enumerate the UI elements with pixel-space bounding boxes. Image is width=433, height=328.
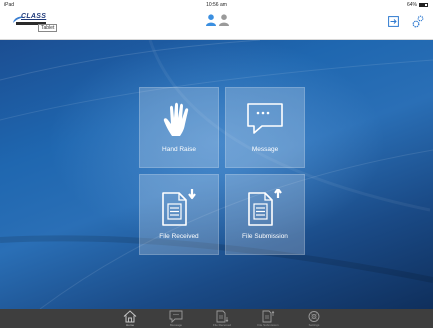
logo-subtext: Tablet	[38, 24, 58, 32]
file-received-label: File Received	[159, 233, 199, 240]
tab-settings[interactable]: Settings	[294, 309, 334, 328]
user-status-icons	[206, 14, 229, 26]
bottom-tab-bar: Home Message File Received File Submissi…	[0, 309, 433, 328]
tab-settings-label: Settings	[308, 323, 320, 327]
home-icon	[123, 310, 137, 323]
tab-message[interactable]: Message	[156, 309, 196, 328]
battery-status: 64%	[407, 2, 428, 8]
tab-message-label: Message	[169, 323, 183, 327]
tab-file-received[interactable]: File Received	[202, 309, 242, 328]
tab-file-received-label: File Received	[212, 323, 232, 327]
main-dashboard: Hand Raise Message File Received File Su…	[0, 40, 433, 309]
file-download-icon	[162, 189, 196, 226]
message-icon	[169, 310, 183, 323]
hand-icon	[163, 102, 189, 136]
settings-icon	[308, 311, 320, 322]
battery-percent: 64%	[406, 2, 417, 8]
app-logo: CLASS Tablet	[8, 11, 60, 35]
status-bar: iPad 10:56 am 64%	[0, 0, 433, 11]
file-received-icon	[216, 310, 229, 323]
app-header: CLASS Tablet	[0, 11, 433, 40]
tab-file-submission[interactable]: File Submission	[248, 309, 288, 328]
file-upload-icon	[248, 189, 282, 226]
message-tile[interactable]: Message	[225, 87, 305, 168]
file-submission-icon	[262, 310, 275, 323]
message-label: Message	[251, 146, 279, 153]
file-received-tile[interactable]: File Received	[139, 174, 219, 255]
settings-gear-icon[interactable]	[412, 15, 424, 28]
hand-raise-tile[interactable]: Hand Raise	[139, 87, 219, 168]
tab-home[interactable]: Home	[110, 309, 150, 328]
battery-icon	[419, 3, 428, 7]
message-bubble-icon	[247, 103, 283, 134]
status-time: 10:56 am	[206, 2, 227, 8]
exit-screen-icon[interactable]	[388, 16, 399, 27]
student-user-icon[interactable]	[219, 14, 229, 26]
logo-text: CLASS	[21, 13, 47, 20]
tab-home-label: Home	[125, 323, 134, 327]
file-submission-tile[interactable]: File Submission	[225, 174, 305, 255]
teacher-user-icon[interactable]	[206, 14, 216, 26]
tab-file-submission-label: File Submission	[257, 323, 279, 327]
file-submission-label: File Submission	[242, 233, 288, 240]
hand-raise-label: Hand Raise	[162, 146, 196, 153]
